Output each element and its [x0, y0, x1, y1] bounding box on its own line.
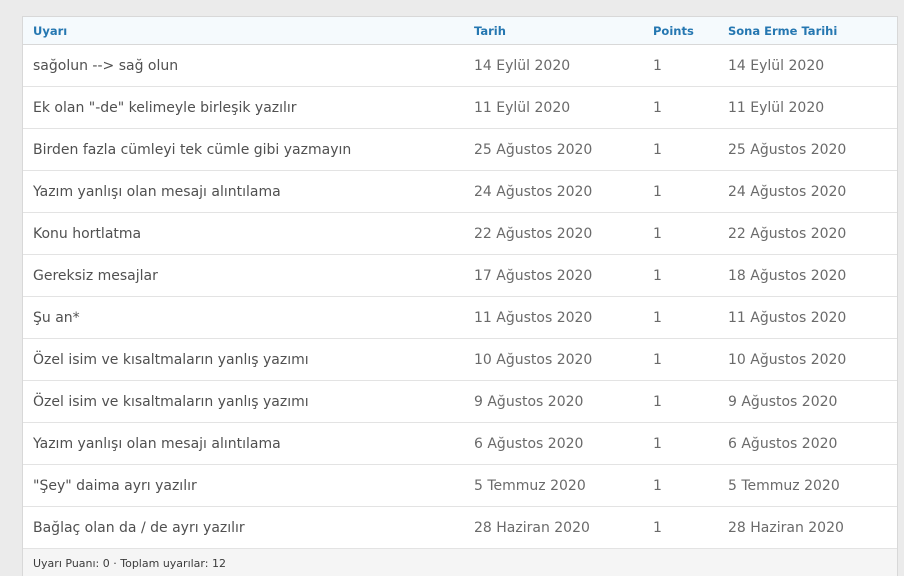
cell-sona-erme: 24 Ağustos 2020 — [728, 184, 847, 200]
cell-sona-erme: 9 Ağustos 2020 — [728, 394, 838, 410]
cell-points: 1 — [653, 226, 662, 242]
cell-tarih: 22 Ağustos 2020 — [474, 226, 593, 242]
cell-sona-erme: 5 Temmuz 2020 — [728, 478, 840, 494]
column-header-uyari[interactable]: Uyarı — [33, 17, 67, 45]
cell-sona-erme: 18 Ağustos 2020 — [728, 268, 847, 284]
cell-uyari: Özel isim ve kısaltmaların yanlış yazımı — [33, 394, 309, 410]
warnings-panel: Uyarı Tarih Points Sona Erme Tarihi sağo… — [22, 16, 898, 576]
cell-points: 1 — [653, 436, 662, 452]
table-row: Özel isim ve kısaltmaların yanlış yazımı… — [23, 339, 897, 381]
cell-points: 1 — [653, 100, 662, 116]
cell-uyari: Yazım yanlışı olan mesajı alıntılama — [33, 184, 281, 200]
cell-points: 1 — [653, 142, 662, 158]
cell-tarih: 14 Eylül 2020 — [474, 58, 571, 74]
warning-summary: Uyarı Puanı: 0 · Toplam uyarılar: 12 — [33, 557, 226, 570]
table-row: Birden fazla cümleyi tek cümle gibi yazm… — [23, 129, 897, 171]
cell-uyari: Birden fazla cümleyi tek cümle gibi yazm… — [33, 142, 352, 158]
cell-points: 1 — [653, 184, 662, 200]
cell-points: 1 — [653, 520, 662, 536]
cell-tarih: 24 Ağustos 2020 — [474, 184, 593, 200]
column-header-tarih[interactable]: Tarih — [474, 17, 506, 45]
cell-uyari: Ek olan "-de" kelimeyle birleşik yazılır — [33, 100, 297, 116]
cell-uyari: Yazım yanlışı olan mesajı alıntılama — [33, 436, 281, 452]
cell-tarih: 25 Ağustos 2020 — [474, 142, 593, 158]
column-header-points[interactable]: Points — [653, 17, 694, 45]
table-row: Bağlaç olan da / de ayrı yazılır 28 Hazir… — [23, 507, 897, 549]
cell-sona-erme: 25 Ağustos 2020 — [728, 142, 847, 158]
table-row: "Şey" daima ayrı yazılır 5 Temmuz 2020 1 5 … — [23, 465, 897, 507]
cell-tarih: 17 Ağustos 2020 — [474, 268, 593, 284]
cell-tarih: 6 Ağustos 2020 — [474, 436, 584, 452]
cell-sona-erme: 28 Haziran 2020 — [728, 520, 844, 536]
table-row: Ek olan "-de" kelimeyle birleşik yazılır… — [23, 87, 897, 129]
cell-points: 1 — [653, 58, 662, 74]
cell-uyari: Gereksiz mesajlar — [33, 268, 158, 284]
table-row: Özel isim ve kısaltmaların yanlış yazımı… — [23, 381, 897, 423]
cell-sona-erme: 11 Eylül 2020 — [728, 100, 825, 116]
cell-tarih: 11 Ağustos 2020 — [474, 310, 593, 326]
cell-sona-erme: 14 Eylül 2020 — [728, 58, 825, 74]
cell-points: 1 — [653, 310, 662, 326]
cell-uyari: Bağlaç olan da / de ayrı yazılır — [33, 520, 245, 536]
table-body: sağolun --> sağ olun 14 Eylül 2020 1 14 Eyl… — [23, 45, 897, 549]
cell-sona-erme: 22 Ağustos 2020 — [728, 226, 847, 242]
cell-uyari: "Şey" daima ayrı yazılır — [33, 478, 197, 494]
cell-tarih: 11 Eylül 2020 — [474, 100, 571, 116]
cell-sona-erme: 11 Ağustos 2020 — [728, 310, 847, 326]
cell-uyari: Özel isim ve kısaltmaların yanlış yazımı — [33, 352, 309, 368]
table-row: Yazım yanlışı olan mesajı alıntılama 24 A… — [23, 171, 897, 213]
cell-tarih: 9 Ağustos 2020 — [474, 394, 584, 410]
cell-uyari: Konu hortlatma — [33, 226, 142, 242]
table-row: Gereksiz mesajlar 17 Ağustos 2020 1 18 Ağus… — [23, 255, 897, 297]
cell-points: 1 — [653, 478, 662, 494]
cell-points: 1 — [653, 352, 662, 368]
cell-uyari: sağolun --> sağ olun — [33, 58, 179, 74]
table-row: Şu an* 11 Ağustos 2020 1 11 Ağustos 2020 — [23, 297, 897, 339]
cell-sona-erme: 6 Ağustos 2020 — [728, 436, 838, 452]
column-header-sona-erme[interactable]: Sona Erme Tarihi — [728, 17, 837, 45]
cell-uyari: Şu an* — [33, 310, 80, 326]
table-footer: Uyarı Puanı: 0 · Toplam uyarılar: 12 — [23, 549, 897, 576]
table-row: Konu hortlatma 22 Ağustos 2020 1 22 Ağustos… — [23, 213, 897, 255]
cell-tarih: 5 Temmuz 2020 — [474, 478, 586, 494]
cell-sona-erme: 10 Ağustos 2020 — [728, 352, 847, 368]
table-row: sağolun --> sağ olun 14 Eylül 2020 1 14 Eyl… — [23, 45, 897, 87]
cell-tarih: 28 Haziran 2020 — [474, 520, 590, 536]
table-header: Uyarı Tarih Points Sona Erme Tarihi — [23, 17, 897, 45]
cell-tarih: 10 Ağustos 2020 — [474, 352, 593, 368]
cell-points: 1 — [653, 268, 662, 284]
table-row: Yazım yanlışı olan mesajı alıntılama 6 Ağ… — [23, 423, 897, 465]
cell-points: 1 — [653, 394, 662, 410]
